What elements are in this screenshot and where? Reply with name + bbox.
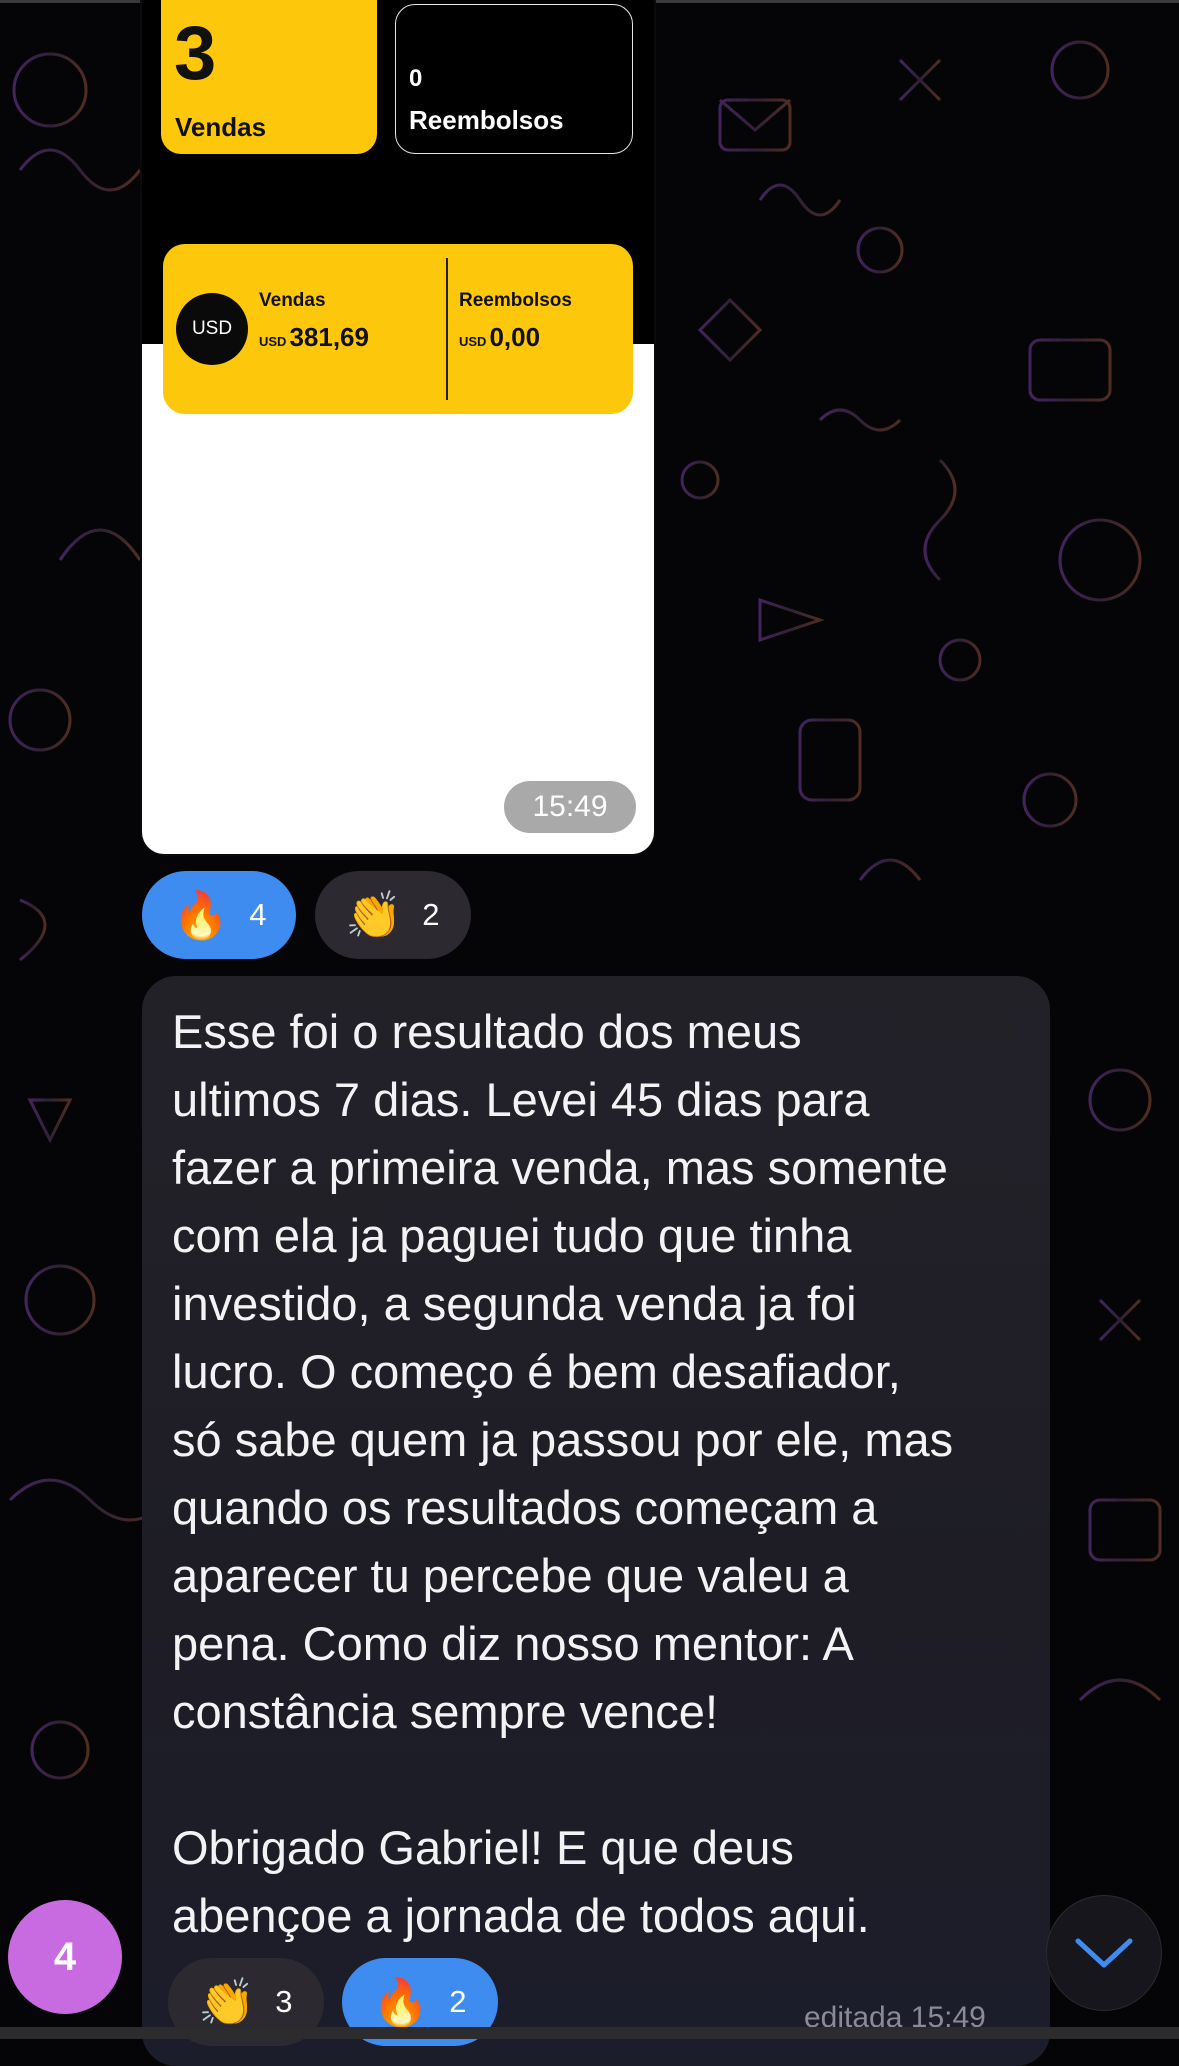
unread-mentions-badge[interactable]: 4 (8, 1900, 122, 2014)
fire-emoji: 🔥 (172, 889, 230, 941)
reaction-fire[interactable]: 🔥 4 (142, 871, 296, 959)
summary-refunds-label: Reembolsos (459, 290, 572, 311)
summary-refunds-amount: 0,00 (489, 322, 541, 352)
summary-sales-amount: 381,69 (289, 322, 369, 352)
clapping-hands-emoji: 👏 (198, 1976, 256, 2028)
clapping-hands-emoji: 👏 (345, 889, 403, 941)
currency-badge: USD (176, 293, 248, 365)
sales-count-card: 3 Vendas (161, 0, 377, 154)
refunds-count: 0 (409, 65, 423, 92)
image-message-time: 15:49 (504, 781, 636, 833)
refunds-label: Reembolsos (409, 105, 564, 135)
summary-refunds-currency: USD (459, 334, 487, 349)
summary-sales-label: Vendas (259, 290, 326, 311)
summary-sales-value: USD 381,69 (259, 322, 369, 353)
reaction-count: 3 (275, 1984, 293, 2019)
refunds-count-card: 0 Reembolsos (395, 4, 633, 154)
sales-count: 3 (174, 11, 217, 96)
chevron-down-icon (1075, 1938, 1133, 1968)
sales-label: Vendas (175, 112, 267, 142)
bottom-edge (0, 2027, 1179, 2039)
reaction-clap[interactable]: 👏 2 (315, 871, 471, 959)
text-message[interactable]: Esse foi o resultado dos meus ultimos 7 … (142, 976, 1050, 2066)
reaction-count: 2 (449, 1984, 467, 2019)
reaction-count: 2 (422, 897, 440, 932)
message-text: Esse foi o resultado dos meus ultimos 7 … (172, 1005, 954, 1942)
scroll-to-bottom-button[interactable] (1047, 1896, 1161, 2010)
summary-refunds-value: USD 0,00 (459, 322, 540, 353)
revenue-summary-card: USD Vendas USD 381,69 Reembolsos USD 0,00 (163, 244, 633, 414)
summary-sales-currency: USD (259, 334, 287, 349)
fire-emoji: 🔥 (372, 1976, 430, 2028)
reaction-count: 4 (249, 897, 267, 932)
summary-divider (446, 258, 448, 400)
image-message[interactable]: 3 Vendas 0 Reembolsos USD Vendas USD 381,… (142, 0, 654, 854)
